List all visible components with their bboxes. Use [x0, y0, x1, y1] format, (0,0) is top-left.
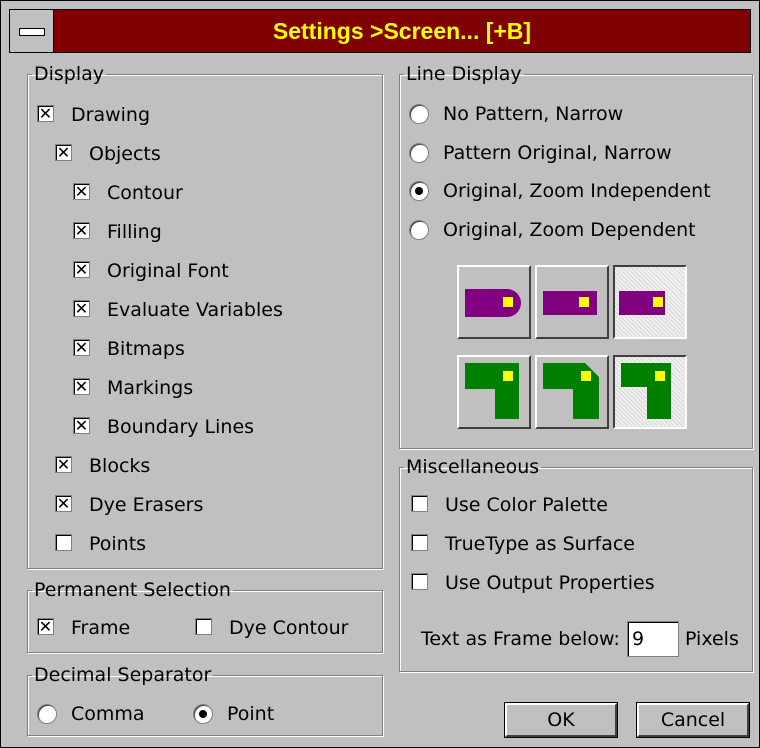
check-icon: ✕: [55, 143, 72, 162]
check-icon: ✕: [73, 416, 90, 435]
tile-purple-flat[interactable]: [613, 265, 687, 339]
ok-button[interactable]: OK: [504, 702, 618, 738]
check-icon: ✕: [73, 260, 90, 279]
check-icon: ✕: [73, 182, 90, 201]
check-icon: ✕: [73, 221, 90, 240]
check-icon: ✕: [73, 338, 90, 357]
display-legend: Display: [34, 63, 105, 85]
purple-flat-line-icon: [619, 291, 665, 315]
green-flat-join-icon: [621, 363, 671, 419]
check-icon: ✕: [55, 455, 72, 474]
line-display-legend: Line Display: [406, 63, 522, 85]
window-title: Settings >Screen... [+B]: [272, 18, 532, 44]
check-icon: ✕: [37, 617, 54, 636]
check-icon: ✕: [37, 104, 54, 123]
purple-square-line-icon: [543, 291, 597, 315]
text-frame-label: Text as Frame below:: [421, 628, 620, 650]
check-icon: ✕: [55, 494, 72, 513]
permanent-selection-legend: Permanent Selection: [34, 579, 231, 601]
green-bevel-join-icon: [543, 363, 599, 419]
tile-purple-round[interactable]: [457, 265, 531, 339]
miscellaneous-legend: Miscellaneous: [406, 456, 540, 478]
tile-green-round[interactable]: [457, 355, 531, 429]
check-icon: ✕: [73, 377, 90, 396]
cancel-button[interactable]: Cancel: [636, 702, 750, 738]
title-bar: Settings >Screen... [+B]: [9, 9, 751, 53]
tile-green-flat[interactable]: [613, 355, 687, 429]
system-menu-icon[interactable]: [10, 10, 54, 52]
settings-dialog: Settings >Screen... [+B] Display ✕ Drawi…: [0, 0, 760, 748]
tile-green-bevel[interactable]: [535, 355, 609, 429]
pixels-label: Pixels: [685, 628, 739, 650]
decimal-separator-legend: Decimal Separator: [34, 664, 212, 686]
green-round-join-icon: [465, 363, 519, 419]
text-frame-input[interactable]: 9: [627, 621, 679, 657]
check-icon: ✕: [73, 299, 90, 318]
purple-round-line-icon: [465, 289, 521, 317]
tile-purple-square[interactable]: [535, 265, 609, 339]
